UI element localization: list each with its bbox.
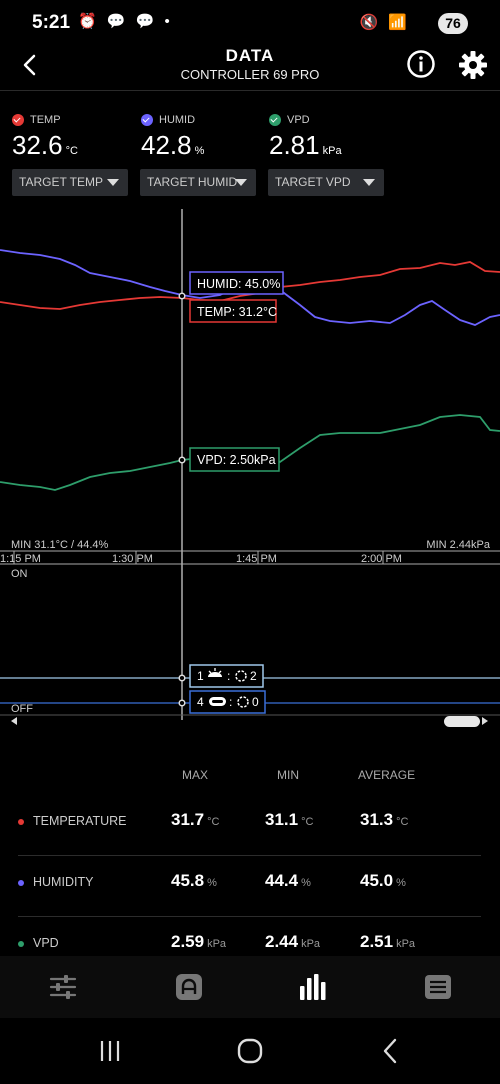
metric-value: 2.81 — [269, 130, 320, 160]
metric-temp: TEMP 32.6 °C — [12, 114, 132, 161]
stat-max: 45.8 — [171, 871, 205, 890]
cursor-point — [178, 456, 186, 464]
device-level: 2 — [250, 669, 257, 683]
stat-min: 2.44 — [265, 932, 299, 951]
device-index: 1 — [197, 669, 204, 683]
status-bar: 5:21 ⏰ 💬 💬 • 🔇 📶 76 — [0, 0, 500, 46]
header-divider — [0, 90, 500, 91]
caret-down-icon — [363, 179, 375, 186]
target-vpd-dropdown[interactable]: TARGET VPD — [268, 169, 384, 196]
dropdown-label: TARGET HUMID — [147, 175, 238, 189]
x-tick: 1:30 PM — [112, 553, 153, 565]
tooltip-temperature: TEMP: 31.2°C — [197, 305, 277, 319]
back-nav-icon[interactable] — [376, 1036, 406, 1066]
stat-min: 44.4 — [265, 871, 299, 890]
home-icon[interactable] — [235, 1036, 265, 1066]
checkbox-icon[interactable] — [12, 114, 24, 126]
tab-settings-sliders-icon[interactable] — [48, 972, 78, 1002]
target-temp-dropdown[interactable]: TARGET TEMP — [12, 169, 128, 196]
min-label-left: MIN 31.1°C / 44.4% — [11, 539, 109, 551]
info-icon[interactable] — [406, 49, 436, 79]
stat-row-humidity: HUMIDITY 45.8% 44.4% 45.0% — [18, 856, 481, 917]
col-header-min: MIN — [277, 768, 299, 782]
scroll-left-icon[interactable] — [11, 717, 17, 725]
tooltip-vpd: VPD: 2.50kPa — [197, 453, 276, 467]
device-level: 0 — [252, 695, 259, 709]
col-header-average: AVERAGE — [358, 768, 416, 782]
stat-row-temperature: TEMPERATURE 31.7 °C 31.1 °C 31.3 °C — [18, 795, 481, 856]
series-dot — [18, 880, 24, 886]
series-dot — [18, 819, 24, 825]
cursor-point — [178, 292, 186, 300]
row-label: VPD — [33, 936, 59, 950]
tab-log-list-icon[interactable] — [423, 972, 453, 1002]
history-chart[interactable]: HUMID: 45.0% TEMP: 31.2°C VPD: 2.50kPa M… — [0, 205, 500, 730]
stat-avg: 45.0 — [360, 871, 394, 890]
stat-avg: 2.51 — [360, 932, 394, 951]
stat-max: 2.59 — [171, 932, 205, 951]
checkbox-icon[interactable] — [269, 114, 281, 126]
stat-max: 31.7 — [171, 810, 205, 829]
tab-data-chart-icon[interactable] — [298, 972, 328, 1002]
metric-value: 42.8 — [141, 130, 192, 160]
tooltip-humidity: HUMID: 45.0% — [197, 277, 280, 291]
caret-down-icon — [235, 179, 247, 186]
min-label-right: MIN 2.44kPa — [426, 539, 490, 551]
metric-label: HUMID — [159, 114, 196, 126]
svg-text::: : — [227, 669, 230, 683]
app-tab-bar — [0, 956, 500, 1018]
metric-label: TEMP — [30, 114, 61, 126]
checkbox-icon[interactable] — [141, 114, 153, 126]
tab-controller-icon[interactable] — [174, 972, 204, 1002]
metric-unit: °C — [65, 145, 78, 157]
x-tick: 1:15 PM — [0, 553, 41, 565]
metric-vpd: VPD 2.81 kPa — [269, 114, 389, 161]
row-label: HUMIDITY — [33, 875, 94, 889]
series-dot — [18, 941, 24, 947]
target-humid-dropdown[interactable]: TARGET HUMID — [140, 169, 256, 196]
device-index: 4 — [197, 695, 204, 709]
x-tick: 2:00 PM — [361, 553, 402, 565]
stat-avg: 31.3 — [360, 810, 394, 829]
signal-icons: 🔇 📶 — [359, 14, 410, 31]
gear-icon[interactable] — [457, 49, 489, 81]
x-tick: 1:45 PM — [236, 553, 277, 565]
caret-down-icon — [107, 179, 119, 186]
metric-value: 32.6 — [12, 130, 63, 160]
scrollbar-thumb[interactable] — [444, 716, 480, 727]
battery-icon: 76 — [438, 13, 468, 34]
dropdown-label: TARGET VPD — [275, 175, 351, 189]
metric-label: VPD — [287, 114, 310, 126]
status-time: 5:21 — [32, 12, 71, 33]
app-header: DATA CONTROLLER 69 PRO — [0, 46, 500, 90]
on-label: ON — [11, 568, 28, 580]
dropdown-label: TARGET TEMP — [19, 175, 104, 189]
system-nav-bar — [0, 1018, 500, 1084]
metric-unit: kPa — [322, 145, 342, 157]
off-label: OFF — [11, 703, 33, 715]
stat-min: 31.1 — [265, 810, 299, 829]
metric-unit: % — [194, 145, 205, 157]
recent-apps-icon[interactable] — [95, 1036, 125, 1066]
svg-text::: : — [229, 695, 232, 709]
notification-icons: ⏰ 💬 💬 • — [78, 13, 173, 30]
row-label: TEMPERATURE — [33, 814, 127, 828]
col-header-max: MAX — [182, 768, 209, 782]
metric-humid: HUMID 42.8% — [141, 114, 261, 161]
scroll-right-icon[interactable] — [482, 717, 488, 725]
